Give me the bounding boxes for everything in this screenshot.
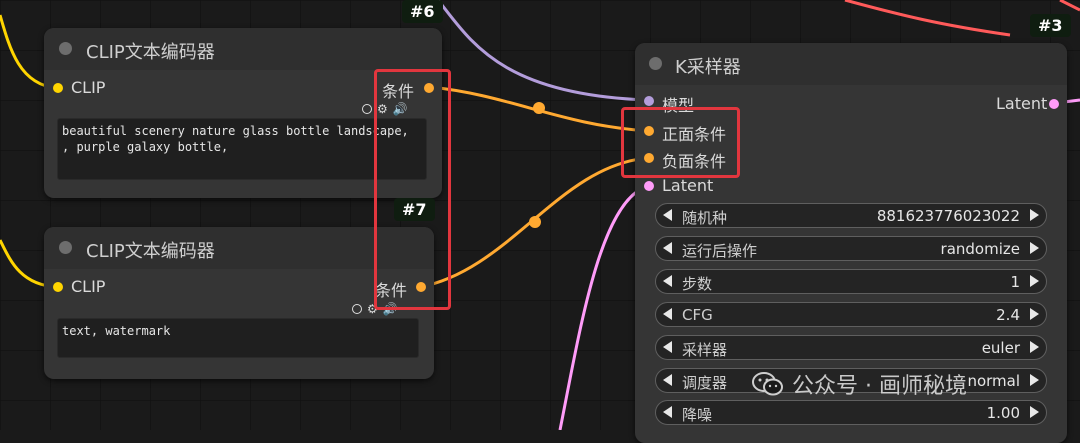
decrement-arrow-icon[interactable]: [663, 406, 672, 418]
increment-arrow-icon[interactable]: [1030, 374, 1039, 386]
widget-name: CFG: [682, 306, 713, 324]
wire-midpoint: [529, 216, 541, 228]
widget-name: 运行后操作: [682, 242, 758, 260]
widget-value: normal: [967, 372, 1020, 390]
widget-name: 采样器: [682, 341, 728, 359]
increment-arrow-icon[interactable]: [1030, 308, 1039, 320]
increment-arrow-icon[interactable]: [1030, 341, 1039, 353]
collapse-toggle-icon[interactable]: [649, 57, 662, 70]
decrement-arrow-icon[interactable]: [663, 242, 672, 254]
steps-widget[interactable]: 步数 1: [655, 269, 1047, 294]
clip-input-slot[interactable]: [53, 83, 63, 93]
decrement-arrow-icon[interactable]: [663, 275, 672, 287]
prompt-textarea[interactable]: text, watermark: [57, 318, 419, 358]
control-after-generate-widget[interactable]: 运行后操作 randomize: [655, 236, 1047, 261]
wechat-logo-icon: [752, 372, 783, 396]
widget-value: randomize: [940, 240, 1020, 258]
latent-input-slot[interactable]: [644, 181, 654, 191]
widget-value: 1: [1010, 273, 1020, 291]
widget-name: 调度器: [682, 374, 728, 392]
decrement-arrow-icon[interactable]: [663, 308, 672, 320]
denoise-widget[interactable]: 降噪 1.00: [655, 400, 1047, 425]
watermark-text: 公众号 · 画师秘境: [792, 374, 967, 399]
decrement-arrow-icon[interactable]: [663, 209, 672, 221]
widget-value: euler: [981, 339, 1020, 357]
node-title: K采样器: [675, 57, 741, 78]
widget-name: 步数: [682, 275, 713, 293]
collapse-toggle-icon[interactable]: [59, 241, 72, 254]
node-title: CLIP文本编码器: [86, 241, 215, 262]
node-id-badge: #3: [1030, 14, 1071, 37]
increment-arrow-icon[interactable]: [1030, 209, 1039, 221]
widget-name: 随机种: [682, 209, 728, 227]
latent-output-label: Latent: [996, 94, 1048, 113]
red-wire-1: [844, 0, 1011, 37]
node-id-badge: #6: [402, 0, 443, 23]
latent-input-label: Latent: [662, 176, 714, 195]
decrement-arrow-icon[interactable]: [663, 341, 672, 353]
prompt-textarea[interactable]: beautiful scenery nature glass bottle la…: [57, 118, 427, 180]
model-input-slot[interactable]: [644, 96, 654, 106]
widget-name: 降噪: [682, 406, 713, 424]
collapse-toggle-icon[interactable]: [59, 42, 72, 55]
clip-input-slot[interactable]: [53, 282, 63, 292]
widget-value: 2.4: [996, 306, 1020, 324]
seed-widget[interactable]: 随机种 881623776023022: [655, 203, 1047, 228]
decrement-arrow-icon[interactable]: [663, 374, 672, 386]
sampler-widget[interactable]: 采样器 euler: [655, 335, 1047, 360]
circle-toggle-icon[interactable]: [352, 304, 362, 314]
widget-value: 1.00: [986, 404, 1020, 422]
cfg-widget[interactable]: CFG 2.4: [655, 302, 1047, 327]
widget-value: 881623776023022: [876, 207, 1020, 225]
watermark: 公众号 · 画师秘境: [752, 368, 967, 400]
increment-arrow-icon[interactable]: [1030, 242, 1039, 254]
red-wire-2: [1059, 0, 1080, 12]
increment-arrow-icon[interactable]: [1030, 406, 1039, 418]
model-wire: [436, 0, 649, 102]
highlight-box-conditioning-outputs: [374, 69, 451, 310]
latent-output-slot[interactable]: [1049, 99, 1059, 109]
clip-input-label: CLIP: [71, 78, 106, 97]
circle-toggle-icon[interactable]: [362, 104, 372, 114]
increment-arrow-icon[interactable]: [1030, 275, 1039, 287]
node-title: CLIP文本编码器: [86, 42, 215, 63]
highlight-box-conditioning-inputs: [621, 107, 740, 178]
clip-input-label: CLIP: [71, 277, 106, 296]
wire-midpoint: [533, 102, 545, 114]
